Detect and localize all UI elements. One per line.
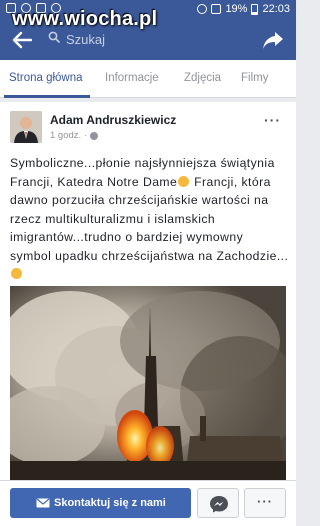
tab-videos[interactable]: Filmy (241, 72, 268, 84)
more-options-button[interactable]: ··· (244, 488, 286, 518)
post-text: Symboliczne...płonie najsłynniejsza świą… (10, 154, 290, 284)
battery-icon (251, 3, 259, 15)
post-author[interactable]: Adam Andruszkiewicz (50, 113, 176, 127)
post-line: dawno porzuciła chrześcijańskie wartości… (10, 193, 269, 207)
page-action-bar: Skontaktuj się z nami ··· (0, 480, 296, 526)
author-photo (10, 111, 42, 143)
post-line: symbol upadku chrześcijaństwa na Zachodz… (10, 248, 289, 263)
post-line: Symboliczne...płonie najsłynniejsza świą… (10, 156, 275, 170)
contact-us-button[interactable]: Skontaktuj się z nami (10, 488, 191, 518)
search-placeholder: Szukaj (66, 32, 106, 47)
messenger-button[interactable] (197, 488, 239, 518)
post-line: rzecz multikulturalizmu i islamskich (10, 211, 216, 226)
post-options-icon[interactable]: ··· (264, 112, 281, 128)
clock: 22:03 (262, 3, 290, 15)
post-photo[interactable] (10, 286, 286, 480)
avatar[interactable] (10, 111, 42, 143)
search-input[interactable]: Szukaj (42, 29, 242, 51)
sad-emoji-icon (178, 175, 190, 187)
envelope-icon (36, 498, 50, 508)
burning-cathedral-image (10, 286, 286, 480)
post-line: imigrantów...trudno o bardziej wymowny (10, 230, 244, 244)
contact-us-label: Skontaktuj się z nami (54, 497, 166, 509)
post-line: Francji, Katedra Notre Dame Francji, któ… (10, 174, 271, 189)
active-tab-indicator (4, 95, 90, 98)
page-tabs: Strona główna Informacje Zdjęcia Filmy (0, 60, 296, 98)
public-globe-icon (90, 131, 99, 140)
back-arrow-icon[interactable] (11, 30, 33, 50)
post-meta: 1 godz. · (50, 130, 99, 141)
post-time: 1 godz. (50, 130, 82, 141)
wifi-icon (197, 4, 208, 14)
tab-info[interactable]: Informacje (105, 72, 159, 84)
search-icon (48, 31, 60, 43)
share-icon[interactable] (262, 29, 284, 51)
watermark: www.wiocha.pl (12, 8, 158, 30)
post-line (10, 265, 290, 284)
tab-home[interactable]: Strona główna (9, 72, 83, 84)
messenger-icon (210, 496, 228, 513)
status-right-icons: 19% 22:03 (197, 3, 290, 15)
meta-separator: · (84, 130, 88, 141)
tab-photos[interactable]: Zdjęcia (184, 72, 221, 84)
facebook-page-screen: 19% 22:03 Szukaj www.wiocha.pl Strona gł… (0, 0, 296, 526)
battery-percent: 19% (225, 3, 248, 15)
sad-emoji-icon (11, 268, 22, 279)
post-card: Adam Andruszkiewicz 1 godz. · ··· Symbol… (0, 102, 296, 480)
signal-icon (211, 4, 222, 14)
